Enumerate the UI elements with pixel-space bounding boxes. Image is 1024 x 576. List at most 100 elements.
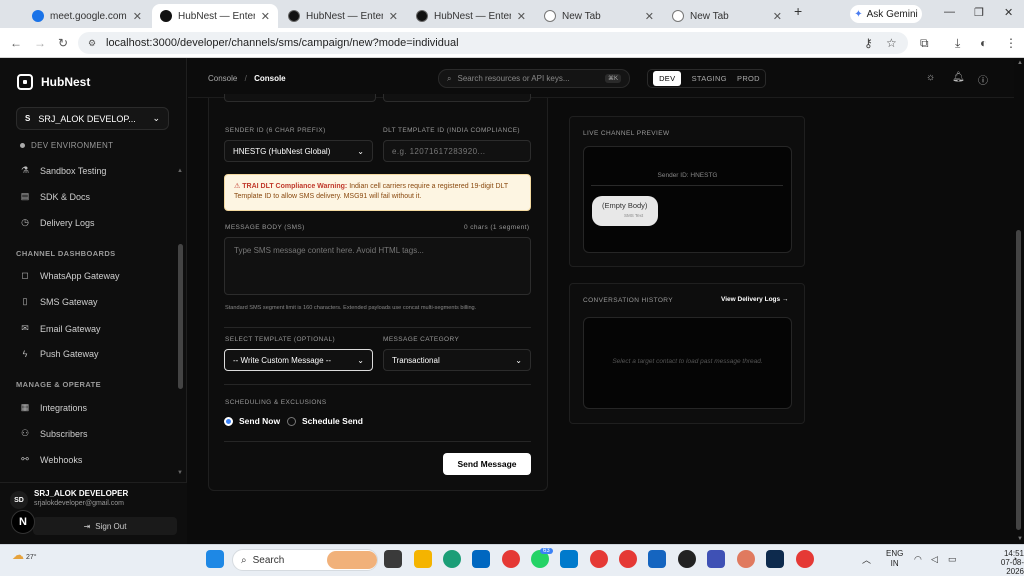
send-message-button[interactable]: Send Message <box>443 453 531 475</box>
key-icon[interactable]: ⚷ <box>864 36 873 50</box>
search-icon: ⌕ <box>241 554 247 566</box>
taskbar-search[interactable]: ⌕ Search <box>232 549 378 571</box>
chrome-icon[interactable] <box>502 550 520 568</box>
close-icon[interactable]: ✕ <box>389 10 398 23</box>
sidebar-item-email-gateway[interactable]: ✉ Email Gateway <box>20 323 100 334</box>
file-explorer-icon[interactable] <box>414 550 432 568</box>
radio-unchecked-icon <box>287 416 296 426</box>
tab-prod[interactable]: PROD <box>737 74 760 83</box>
minimize-icon[interactable]: — <box>944 6 955 18</box>
tab-dev[interactable]: DEV <box>653 71 682 86</box>
sidebar-item-push-gateway[interactable]: ϟ Push Gateway <box>20 349 99 359</box>
wifi-icon[interactable]: ◠ <box>914 554 922 565</box>
avatar[interactable]: SD <box>10 491 28 509</box>
close-icon[interactable]: ✕ <box>517 10 526 23</box>
chrome-icon[interactable] <box>619 550 637 568</box>
chrome-icon[interactable] <box>796 550 814 568</box>
sidebar-item-sdk-docs[interactable]: ▤ SDK & Docs <box>20 191 90 202</box>
browser-tab[interactable]: meet.google.com ✕ <box>24 4 150 28</box>
site-info-icon[interactable]: ⚙ <box>88 38 96 49</box>
view-delivery-logs-link[interactable]: View Delivery Logs → <box>721 296 788 303</box>
sidebar-item-webhooks[interactable]: ⚯ Webhooks <box>20 454 82 465</box>
scroll-down-icon[interactable]: ▼ <box>177 470 183 476</box>
dlt-template-input[interactable]: e.g. 12071617283920... <box>383 140 531 162</box>
chatgpt-icon[interactable] <box>678 550 696 568</box>
browser-tab[interactable]: New Tab ✕ <box>536 4 662 28</box>
forward-icon[interactable]: → <box>34 36 46 50</box>
schedule-send-radio[interactable]: Schedule Send <box>287 416 363 426</box>
sidebar-item-subscribers[interactable]: ⚇ Subscribers <box>20 428 88 439</box>
download-icon[interactable]: ⤓ <box>955 36 960 51</box>
ask-gemini-button[interactable]: ✦ Ask Gemini <box>850 5 922 23</box>
theme-toggle-icon[interactable]: ☼ <box>926 72 935 83</box>
book-icon: ▤ <box>20 191 30 201</box>
system-clock[interactable]: 14:51 07-08-2026 <box>990 549 1024 576</box>
dlt-template-label: DLT TEMPLATE ID (INDIA COMPLIANCE) <box>383 127 521 134</box>
sidebar-item-sandbox-testing[interactable]: ⚗ Sandbox Testing <box>20 165 106 176</box>
sidebar-item-delivery-logs[interactable]: ◷ Delivery Logs <box>20 217 94 228</box>
profile-icon[interactable]: ◐ <box>980 36 987 50</box>
volume-icon[interactable]: ◁ <box>931 554 938 565</box>
maximize-icon[interactable]: ❐ <box>974 6 984 19</box>
preview-title: LIVE CHANNEL PREVIEW <box>583 130 670 137</box>
edge-icon[interactable] <box>443 550 461 568</box>
back-icon[interactable]: ← <box>10 36 22 50</box>
claude-icon[interactable] <box>737 550 755 568</box>
close-icon[interactable]: ✕ <box>261 10 270 23</box>
browser-tab[interactable]: HubNest — Enterprise ✕ <box>408 4 534 28</box>
reload-icon[interactable]: ↻ <box>58 36 68 50</box>
scroll-down-icon[interactable]: ▼ <box>1017 536 1023 542</box>
breadcrumb-root[interactable]: Console <box>208 74 237 83</box>
language-indicator[interactable]: ENG IN <box>886 549 903 569</box>
browser-tab-active[interactable]: HubNest — Enterprise ✕ <box>152 4 278 28</box>
browser-tab[interactable]: HubNest — Enterprise ✕ <box>280 4 406 28</box>
brand-logo[interactable]: HubNest <box>17 74 90 90</box>
new-tab-plus-icon[interactable]: + <box>794 3 802 19</box>
page-scrollbar[interactable] <box>1016 230 1021 530</box>
divider <box>224 441 531 442</box>
weather-widget[interactable]: ☁ 27° <box>12 548 37 562</box>
close-icon[interactable]: ✕ <box>645 10 654 23</box>
app-icon[interactable] <box>766 550 784 568</box>
task-view-icon[interactable] <box>384 550 402 568</box>
sender-id-select[interactable]: HNESTG (HubNest Global) ⌄ <box>224 140 373 162</box>
sidebar-item-whatsapp-gateway[interactable]: ◻ WhatsApp Gateway <box>20 270 119 281</box>
message-body-textarea[interactable]: Type SMS message content here. Avoid HTM… <box>224 237 531 295</box>
history-empty-text: Select a target contact to load past mes… <box>612 358 763 365</box>
tab-staging[interactable]: STAGING <box>692 74 727 83</box>
hubnest-logo-icon <box>17 74 33 90</box>
extensions-icon[interactable]: ⧉ <box>920 36 929 51</box>
bell-icon[interactable]: 🔔︎ <box>952 72 965 83</box>
windows-start-icon[interactable] <box>206 550 224 568</box>
template-select[interactable]: -- Write Custom Message -- ⌄ <box>224 349 373 371</box>
chevron-up-icon[interactable]: ︿ <box>862 553 871 566</box>
scroll-up-icon[interactable]: ▲ <box>1017 60 1023 66</box>
sign-out-button[interactable]: ⇥ Sign Out <box>33 517 177 535</box>
close-window-icon[interactable]: ✕ <box>1004 6 1013 19</box>
chat-icon: ◻ <box>21 270 29 280</box>
send-now-radio[interactable]: Send Now <box>224 416 280 426</box>
close-icon[interactable]: ✕ <box>773 10 782 23</box>
sidebar-item-integrations[interactable]: ▦ Integrations <box>20 402 87 413</box>
category-select[interactable]: Transactional ⌄ <box>383 349 531 371</box>
menu-icon[interactable]: ⋮ <box>1005 36 1017 50</box>
bookmark-star-icon[interactable]: ☆ <box>886 36 897 50</box>
app-icon[interactable] <box>707 550 725 568</box>
nextjs-dev-icon[interactable]: N <box>11 510 35 534</box>
clock-icon: ◷ <box>21 217 29 227</box>
scroll-up-icon[interactable]: ▲ <box>177 168 183 174</box>
workspace-selector[interactable]: S SRJ_ALOK DEVELOP... ⌄ <box>16 107 169 130</box>
battery-icon[interactable]: ▭ <box>948 554 957 565</box>
chrome-icon[interactable] <box>590 550 608 568</box>
vscode-icon[interactable] <box>560 550 578 568</box>
app-icon[interactable] <box>648 550 666 568</box>
close-icon[interactable]: ✕ <box>133 10 142 23</box>
search-input[interactable]: ⌕ Search resources or API keys... ⌘K <box>438 69 630 88</box>
sidebar-scrollbar[interactable] <box>178 244 183 389</box>
store-icon[interactable] <box>472 550 490 568</box>
sidebar-item-sms-gateway[interactable]: ▯ SMS Gateway <box>20 296 98 307</box>
help-icon[interactable]: ⓘ <box>978 72 988 87</box>
browser-tab[interactable]: New Tab ✕ <box>664 4 790 28</box>
notifications-icon[interactable]: ◔ <box>1012 554 1017 564</box>
url-input[interactable]: localhost:3000/developer/channels/sms/ca… <box>78 32 908 54</box>
